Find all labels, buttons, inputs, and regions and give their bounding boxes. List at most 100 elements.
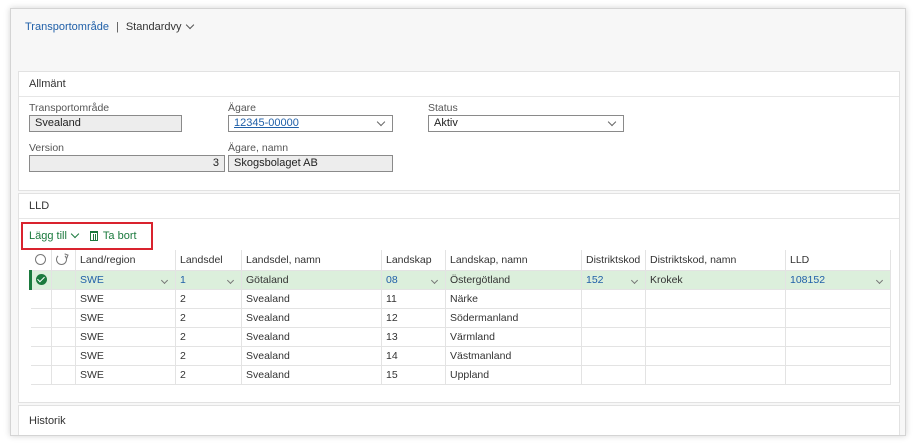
cell-distriktskod[interactable] (581, 346, 646, 366)
delete-button[interactable]: Ta bort (78, 230, 137, 242)
lld-grid: Land/region Landsdel Landsdel, namn Land… (29, 250, 891, 385)
column-header-distriktskod-namn[interactable]: Distriktskod, namn (645, 250, 786, 271)
version-field[interactable]: 3 (29, 155, 225, 172)
cell-lld[interactable]: 108152 (785, 270, 891, 290)
trash-icon (89, 231, 98, 241)
status-label: Status (428, 102, 458, 114)
cell-landskap[interactable]: 08 (381, 270, 446, 290)
owner-label: Ägare (228, 102, 257, 114)
status-select[interactable]: Aktiv (428, 115, 624, 132)
transport-area-field[interactable]: Svealand (29, 115, 182, 132)
column-header-lld[interactable]: LLD (785, 250, 891, 271)
cell-distriktskod[interactable] (581, 327, 646, 347)
row-select-cell[interactable] (29, 270, 52, 290)
row-select-cell[interactable] (30, 365, 52, 385)
cell-landsdel[interactable]: 2 (175, 308, 242, 328)
cell-landskap-value: 08 (386, 273, 398, 286)
cell-lld[interactable] (785, 365, 891, 385)
row-select-cell[interactable] (30, 327, 52, 347)
chevron-down-icon (430, 276, 439, 284)
column-header-distriktskod[interactable]: Distriktskod (581, 250, 646, 271)
cell-distriktskod-namn (645, 327, 786, 347)
owner-name-label: Ägare, namn (228, 142, 289, 154)
cell-landskap-namn: Uppland (445, 365, 582, 385)
cell-landskap-namn: Södermanland (445, 308, 582, 328)
cell-landsdel[interactable]: 2 (175, 365, 242, 385)
row-spacer-cell (51, 365, 76, 385)
cell-land[interactable]: SWE (75, 346, 176, 366)
cell-landsdel-namn: Svealand (241, 289, 382, 309)
transport-area-label: Transportområde (29, 102, 110, 114)
view-selector[interactable]: Standardvy (126, 20, 195, 33)
cell-landskap[interactable]: 13 (381, 327, 446, 347)
column-header-land[interactable]: Land/region (75, 250, 176, 271)
cell-landskap-namn: Västmanland (445, 346, 582, 366)
cell-distriktskod-namn: Krokek (645, 270, 786, 290)
cell-landsdel[interactable]: 2 (175, 346, 242, 366)
row-select-cell[interactable] (30, 289, 52, 309)
column-header-landskap-namn[interactable]: Landskap, namn (445, 250, 582, 271)
table-row[interactable]: SWE 2 Svealand 15 Uppland (30, 365, 891, 385)
cell-landskap[interactable]: 12 (381, 308, 446, 328)
cell-landsdel-namn: Svealand (241, 327, 382, 347)
cell-landskap[interactable]: 11 (381, 289, 446, 309)
cell-land[interactable]: SWE (75, 289, 176, 309)
owner-name-field[interactable]: Skogsbolaget AB (228, 155, 393, 172)
history-section-title[interactable]: Historik (29, 415, 66, 427)
add-button-label: Lägg till (29, 230, 67, 242)
row-spacer-cell (51, 270, 76, 290)
column-header-landskap[interactable]: Landskap (381, 250, 446, 271)
cell-distriktskod[interactable] (581, 308, 646, 328)
table-row[interactable]: SWE 2 Svealand 11 Närke (30, 289, 891, 309)
row-spacer-cell (51, 327, 76, 347)
table-row[interactable]: SWE 2 Svealand 14 Västmanland (30, 346, 891, 366)
cell-land[interactable]: SWE (75, 327, 176, 347)
cell-landskap-namn: Närke (445, 289, 582, 309)
chevron-down-icon (160, 276, 169, 284)
chevron-down-icon (376, 117, 386, 127)
cell-landskap[interactable]: 14 (381, 346, 446, 366)
cell-distriktskod[interactable] (581, 365, 646, 385)
cell-landsdel-value: 1 (180, 273, 186, 286)
cell-landsdel[interactable]: 1 (175, 270, 242, 290)
cell-lld[interactable] (785, 289, 891, 309)
cell-landsdel-namn: Götaland (241, 270, 382, 290)
chevron-down-icon (875, 276, 884, 284)
cell-land[interactable]: SWE (75, 365, 176, 385)
owner-select[interactable]: 12345-00000 (228, 115, 393, 132)
row-select-cell[interactable] (30, 346, 52, 366)
table-row[interactable]: SWE 2 Svealand 12 Södermanland (30, 308, 891, 328)
column-header-landsdel[interactable]: Landsdel (175, 250, 242, 271)
cell-landskap[interactable]: 15 (381, 365, 446, 385)
cell-lld[interactable] (785, 308, 891, 328)
lld-toolbar: Lägg till Ta bort (21, 222, 153, 250)
cell-lld[interactable] (785, 346, 891, 366)
chevron-down-icon (226, 276, 235, 284)
breadcrumb-area-link[interactable]: Transportområde (25, 21, 109, 33)
lld-section-title[interactable]: LLD (29, 200, 49, 212)
refresh-cell[interactable] (51, 250, 76, 271)
cell-landsdel[interactable]: 2 (175, 327, 242, 347)
row-select-cell[interactable] (30, 308, 52, 328)
cell-lld[interactable] (785, 327, 891, 347)
chevron-down-icon (630, 276, 639, 284)
cell-distriktskod[interactable] (581, 289, 646, 309)
row-spacer-cell (51, 289, 76, 309)
column-header-landsdel-namn[interactable]: Landsdel, namn (241, 250, 382, 271)
page-header: Transportområde | Standardvy (11, 9, 905, 71)
check-circle-icon (36, 274, 47, 286)
general-section-title[interactable]: Allmänt (29, 78, 66, 90)
owner-value[interactable]: 12345-00000 (234, 117, 299, 129)
table-row[interactable]: SWE 1 Götaland 08 Östergötland 152 Kroke… (29, 270, 891, 290)
cell-distriktskod-value: 152 (586, 273, 604, 286)
add-button[interactable]: Lägg till (29, 229, 80, 242)
history-section: Historik (18, 405, 900, 435)
cell-landsdel[interactable]: 2 (175, 289, 242, 309)
cell-land[interactable]: SWE (75, 270, 176, 290)
cell-land[interactable]: SWE (75, 308, 176, 328)
breadcrumb: Transportområde | Standardvy (25, 20, 195, 33)
radio-icon (34, 254, 46, 266)
cell-distriktskod[interactable]: 152 (581, 270, 646, 290)
select-all-cell[interactable] (30, 250, 52, 271)
table-row[interactable]: SWE 2 Svealand 13 Värmland (30, 327, 891, 347)
